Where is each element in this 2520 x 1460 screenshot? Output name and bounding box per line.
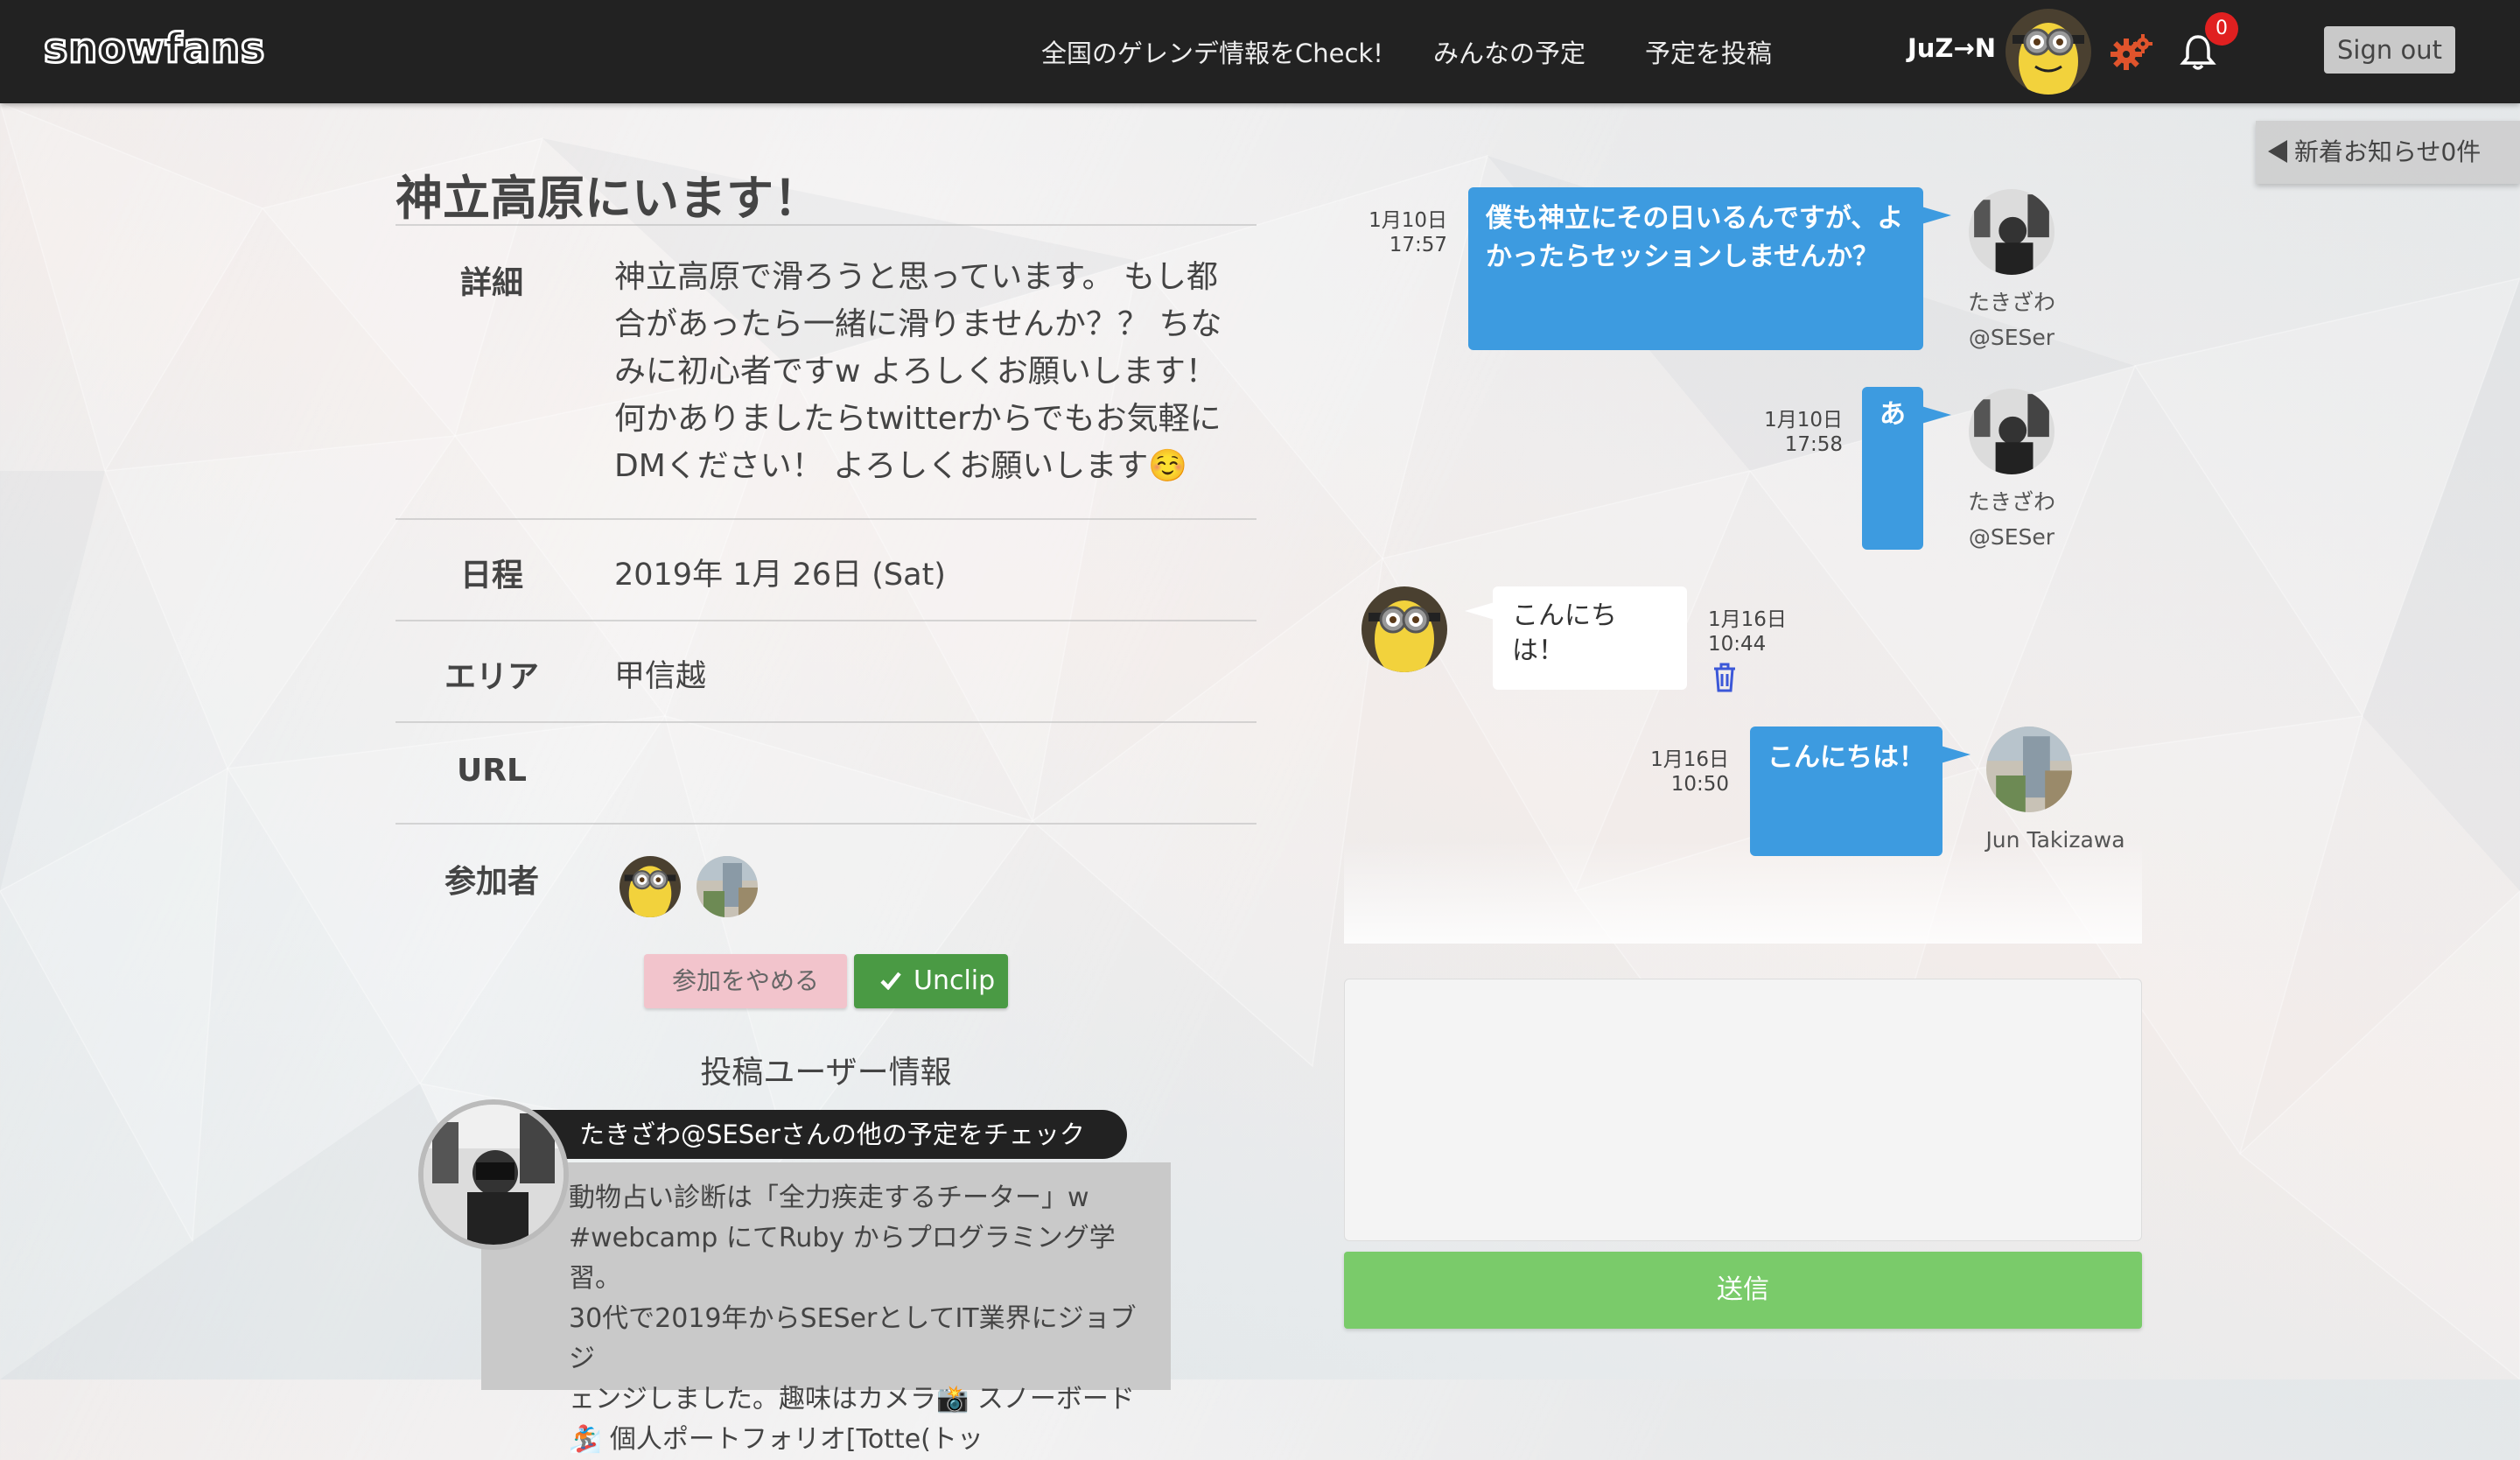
participant-avatar[interactable] xyxy=(696,856,758,917)
bio-line: #webcamp にてRuby からプログラミング学習。 xyxy=(569,1223,1116,1294)
nav-link-post[interactable]: 予定を投稿 xyxy=(1645,33,1772,70)
detail-label: 詳細 xyxy=(459,265,523,301)
poster-section-title: 投稿ユーザー情報 xyxy=(700,1055,952,1091)
sender-name: たきざわ @SESer xyxy=(1948,285,2076,355)
send-button[interactable]: 送信 xyxy=(1344,1252,2142,1329)
trash-icon[interactable] xyxy=(1712,662,1738,693)
sender-name: Jun Takizawa xyxy=(1985,827,2125,853)
nav-link-slopes[interactable]: 全国のゲレンデ情報をCheck! xyxy=(1041,33,1383,70)
message-time: 17:58 xyxy=(1784,433,1843,456)
divider xyxy=(396,518,1256,520)
notice-tab[interactable]: 新着お知らせ0件 xyxy=(2256,121,2520,184)
sign-out-button[interactable]: Sign out xyxy=(2324,26,2455,74)
user-avatar[interactable] xyxy=(2006,9,2091,95)
unclip-button[interactable]: Unclip xyxy=(854,954,1008,1008)
message-time: 10:50 xyxy=(1670,773,1729,796)
background-pattern xyxy=(0,103,2520,1379)
url-label: URL xyxy=(457,753,527,789)
message-time: 17:57 xyxy=(1389,234,1447,256)
notification-badge: 0 xyxy=(2205,12,2238,46)
nav-link-schedules[interactable]: みんなの予定 xyxy=(1433,33,1586,70)
user-name[interactable]: JuZ→N xyxy=(1908,33,1996,63)
message-date: 1月16日 xyxy=(1650,748,1729,771)
poster-avatar[interactable] xyxy=(418,1099,569,1250)
navbar: snowfans 全国のゲレンデ情報をCheck! みんなの予定 予定を投稿 J… xyxy=(0,0,2520,103)
sender-avatar[interactable] xyxy=(1969,189,2054,275)
poster-bio: 動物占い診断は「全力疾走するチーター」w #webcamp にてRuby からプ… xyxy=(569,1178,1155,1460)
message-bubble: 僕も神立にその日いるんですが、よかったらセッションしませんか？ xyxy=(1468,187,1923,350)
participant-avatar[interactable] xyxy=(620,856,681,917)
message-date: 1月10日 xyxy=(1764,409,1843,432)
event-title: 神立高原にいます！ xyxy=(396,171,821,226)
bio-line: 30代で2019年からSESerとしてIT業界にジョブジ xyxy=(569,1303,1137,1374)
divider xyxy=(396,823,1256,825)
notice-label: 新着お知らせ0件 xyxy=(2294,137,2482,166)
sender-name-line: たきざわ xyxy=(1967,489,2055,515)
message-bubble: こんにちは！ xyxy=(1750,726,1942,856)
divider xyxy=(396,721,1256,723)
participants-label: 参加者 xyxy=(444,864,539,900)
leave-event-button[interactable]: 参加をやめる xyxy=(644,954,847,1008)
event-description: 神立高原で滑ろうと思っています。 もし都合があったら一緒に滑りませんか？？ ちな… xyxy=(614,259,1222,484)
bio-line: ェンジしました。趣味はカメラ📸 スノーボード xyxy=(569,1384,1135,1414)
poster-schedules-link[interactable]: たきざわ@SESerさんの他の予定をチェック xyxy=(502,1110,1127,1159)
bio-line: 動物占い診断は「全力疾走するチーター」w xyxy=(569,1183,1089,1213)
sender-handle: @SESer xyxy=(1968,524,2055,550)
bubble-tail xyxy=(1465,602,1494,620)
message-date: 1月10日 xyxy=(1368,209,1447,232)
caret-left-icon xyxy=(2268,140,2287,163)
message-time: 10:44 xyxy=(1708,633,1767,656)
event-schedule: 2019年 1月 26日 (Sat) xyxy=(614,558,946,593)
logo[interactable]: snowfans xyxy=(42,24,265,74)
message-bubble: あ xyxy=(1862,387,1923,550)
message-timestamp: 1月16日 10:50 xyxy=(1629,748,1729,797)
sender-avatar[interactable] xyxy=(1969,389,2054,474)
message-date: 1月16日 xyxy=(1708,608,1787,631)
message-input[interactable] xyxy=(1344,979,2142,1241)
message-timestamp: 1月10日 17:58 xyxy=(1750,408,1843,457)
message-timestamp: 1月16日 10:44 xyxy=(1708,607,1804,656)
schedule-label: 日程 xyxy=(459,558,523,593)
sender-name: たきざわ @SESer xyxy=(1948,485,2076,555)
bubble-tail xyxy=(1922,207,1951,224)
area-label: エリア xyxy=(444,659,539,695)
divider xyxy=(396,620,1256,621)
unclip-label: Unclip xyxy=(914,965,996,996)
settings-gear-icon[interactable] xyxy=(2110,33,2152,72)
bubble-tail xyxy=(1941,746,1970,763)
divider xyxy=(396,224,1256,226)
sender-name-line: たきざわ xyxy=(1967,290,2055,315)
own-avatar[interactable] xyxy=(1362,586,1447,672)
bio-line: 🏂 個人ポートフォリオ[Totte(トッ xyxy=(569,1424,984,1455)
sender-handle: @SESer xyxy=(1968,325,2055,350)
poster-schedules-label: たきざわ@SESerさんの他の予定をチェック xyxy=(579,1120,1085,1149)
event-area: 甲信越 xyxy=(614,659,707,694)
bubble-tail xyxy=(1922,406,1951,424)
own-message-bubble: こんにちは！ xyxy=(1493,586,1687,690)
check-icon xyxy=(880,972,901,990)
sender-avatar[interactable] xyxy=(1986,726,2072,812)
message-timestamp: 1月10日 17:57 xyxy=(1348,208,1447,257)
